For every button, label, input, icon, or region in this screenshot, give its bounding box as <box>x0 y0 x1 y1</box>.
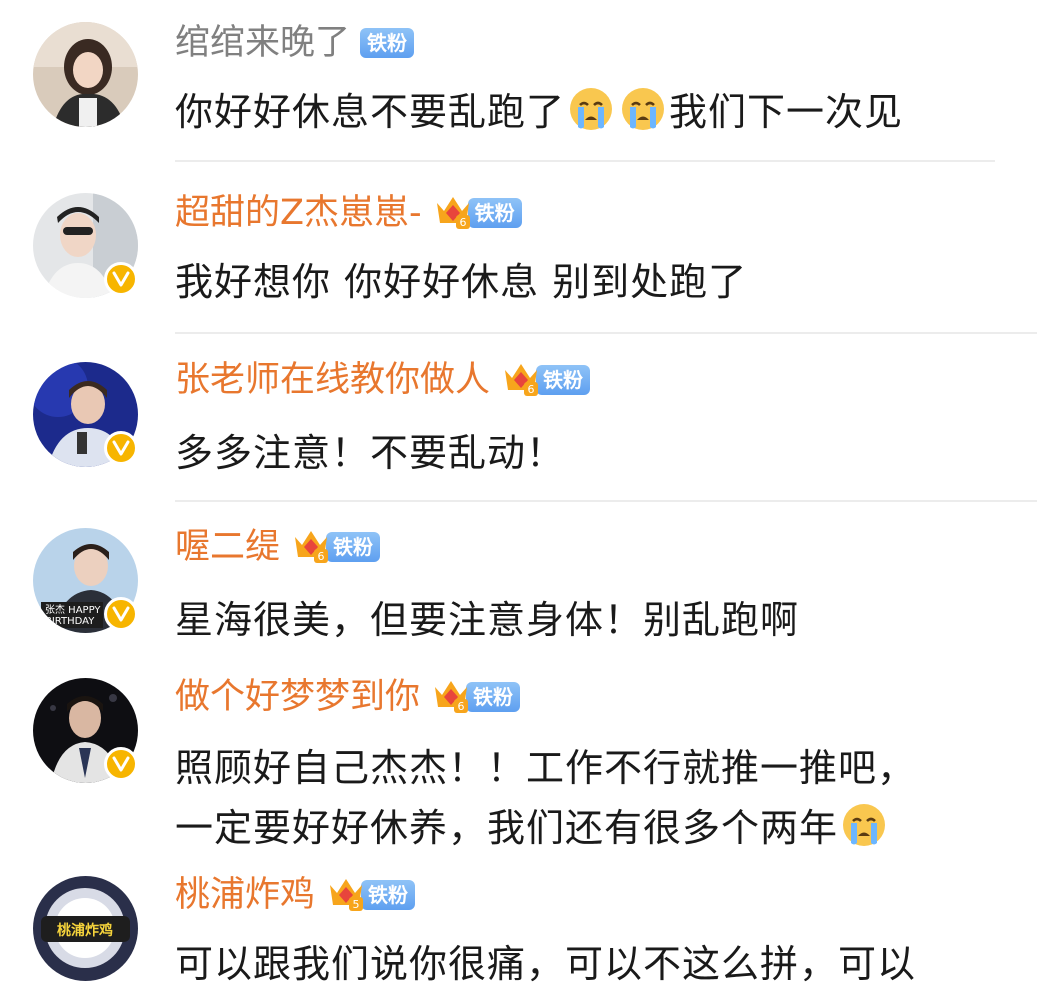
avatar-caption: BIRTHDAY <box>45 616 95 627</box>
comment-text: 星海很美，但要注意身体！别乱跑啊 <box>175 598 800 642</box>
comment-header: 绾绾来晚了 铁粉 <box>175 20 415 66</box>
comment-text: 你好好休息不要乱跑了 我们下一次见 <box>175 82 995 142</box>
comment-text-line: 一定要好好休养，我们还有很多个两年 <box>175 798 995 858</box>
verified-v-icon <box>104 431 138 465</box>
fan-level-label: 6 <box>318 550 325 563</box>
fan-badge[interactable]: 铁粉 <box>361 880 416 910</box>
verified-v-icon <box>104 597 138 631</box>
avatar[interactable] <box>33 22 138 127</box>
comment-text: 多多注意！不要乱动！ <box>175 431 566 475</box>
comment-header: 桃浦炸鸡 5 铁粉 <box>175 872 416 918</box>
crying-emoji-icon <box>843 804 886 846</box>
avatar[interactable] <box>33 362 138 467</box>
fan-badge[interactable]: 铁粉 <box>326 532 381 562</box>
username[interactable]: 桃浦炸鸡 <box>175 872 315 918</box>
comment-text: 照顾好自己杰杰！！工作不行就推一推吧， 一定要好好休养，我们还有很多个两年 <box>175 738 995 858</box>
avatar[interactable]: 桃浦炸鸡 <box>33 876 138 981</box>
comment-header: 张老师在线教你做人 6 铁粉 <box>175 357 591 403</box>
divider <box>175 160 995 162</box>
avatar-caption: 桃浦炸鸡 <box>57 922 113 939</box>
avatar-caption: 张杰 HAPPY <box>45 604 101 616</box>
username[interactable]: 张老师在线教你做人 <box>175 357 490 403</box>
comment-header: 超甜的Z杰崽崽- 6 铁粉 <box>175 190 522 236</box>
fan-badge[interactable]: 铁粉 <box>466 682 521 712</box>
verified-v-icon <box>104 747 138 781</box>
username[interactable]: 喔二缇 <box>175 524 280 570</box>
verified-v-icon <box>104 262 138 296</box>
username[interactable]: 做个好梦梦到你 <box>175 674 420 720</box>
fan-badge[interactable]: 铁粉 <box>467 198 522 228</box>
comment-header: 做个好梦梦到你 6 铁粉 <box>175 674 521 720</box>
crown-icon: 6 <box>432 677 470 717</box>
username[interactable]: 超甜的Z杰崽崽- <box>175 190 422 236</box>
crying-emoji-icon <box>622 88 665 130</box>
avatar[interactable] <box>33 193 138 298</box>
fan-level-label: 6 <box>459 216 466 229</box>
username[interactable]: 绾绾来晚了 <box>175 20 350 66</box>
crown-icon: 6 <box>292 527 330 567</box>
fan-badge[interactable]: 铁粉 <box>536 365 591 395</box>
avatar-image: 桃浦炸鸡 <box>33 876 138 981</box>
comment-text: 我好想你 你好好休息 别到处跑了 <box>175 260 748 304</box>
fan-level-label: 6 <box>458 700 465 713</box>
fan-level-label: 5 <box>353 898 360 911</box>
crown-icon: 5 <box>327 875 365 915</box>
crown-icon: 6 <box>434 193 472 233</box>
comment-text: 可以跟我们说你很痛，可以不这么拼，可以 <box>175 942 917 986</box>
avatar[interactable] <box>33 678 138 783</box>
avatar-image <box>33 22 138 127</box>
fan-badge[interactable]: 铁粉 <box>360 28 415 58</box>
divider <box>175 332 1037 334</box>
comment-header: 喔二缇 6 铁粉 <box>175 524 381 570</box>
avatar[interactable]: 张杰 HAPPY BIRTHDAY <box>33 528 138 633</box>
crown-icon: 6 <box>502 360 540 400</box>
comment-text-line: 照顾好自己杰杰！！工作不行就推一推吧， <box>175 746 917 790</box>
fan-level-label: 6 <box>528 383 535 396</box>
crying-emoji-icon <box>570 88 613 130</box>
divider <box>175 500 1037 502</box>
